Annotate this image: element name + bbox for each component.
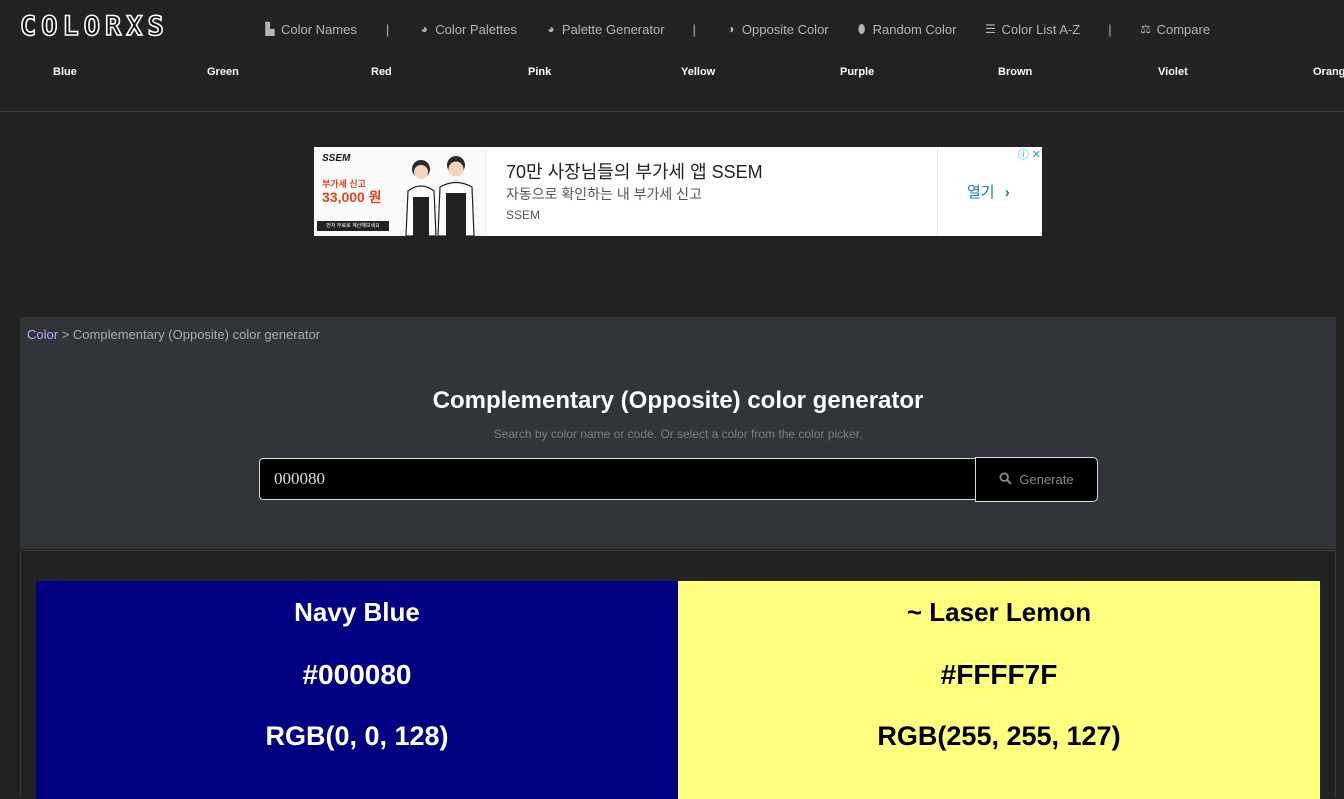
opposite-color-hex: #FFFF7F [940,659,1058,690]
nav-separator: | [1108,21,1112,37]
color-search-input[interactable] [259,458,976,500]
color-link-yellow[interactable]: Yellow [681,66,715,78]
nav-label: Random Color [872,21,957,37]
ad-tagline: 먼저 무료로 계산해보세요 [317,221,389,231]
color-link-brown[interactable]: Brown [998,66,1032,78]
result-section: Navy Blue #000080 RGB(0, 0, 128) ~ Laser… [20,550,1336,799]
ad-divider [937,147,938,236]
ad-open-label: 열기 [967,184,995,201]
nav-label: Color Palettes [435,21,517,37]
ad-choices[interactable]: ⓘ ✕ [1011,148,1041,162]
breadcrumb-root-link[interactable]: Color [27,327,58,342]
color-link-pink[interactable]: Pink [528,66,551,78]
page-title: Complementary (Opposite) color generator [432,387,924,414]
ad-price: 33,000 원 [322,189,382,205]
palette-icon: ◕ [547,22,555,36]
nav-color-names[interactable]: ▙ Color Names [263,21,357,37]
color-link-violet[interactable]: Violet [1158,66,1188,78]
ad-source: SSEM [506,208,541,222]
original-color-rgb: RGB(0, 0, 128) [265,721,449,751]
page-subtitle: Search by color name or code. Or select … [493,427,863,441]
list-icon: ☰ [985,22,996,36]
yin-yang-icon: ◑ [727,22,735,36]
ad-open-button[interactable]: 열기 › [967,181,1010,202]
nav-compare[interactable]: ⚖ Compare [1139,22,1210,37]
nav-label: Palette Generator [561,21,665,37]
main-nav: ▙ Color Names | ◕ Color Palettes ◕ Palet… [263,19,1210,39]
color-link-green[interactable]: Green [207,66,239,78]
opposite-color-swatch: ~ Laser Lemon #FFFF7F RGB(255, 255, 127) [678,581,1320,799]
info-icon: ⓘ [1017,149,1029,161]
ad-banner[interactable]: SSEM 부가세 신고 33,000 원 먼저 무료로 계산해보세요 70만 사… [314,147,1042,236]
palette-icon: ◕ [420,22,428,36]
nav-separator: | [692,21,696,37]
opposite-color-rgb: RGB(255, 255, 127) [877,721,1121,751]
generator-panel: Color > Complementary (Opposite) color g… [20,317,1336,549]
color-names-icon: ▙ [265,22,275,36]
generate-button-label: Generate [1019,472,1074,487]
color-link-red[interactable]: Red [371,66,392,78]
drop-icon: ⬮ [857,21,866,36]
nav-opposite-color[interactable]: ◑ Opposite Color [724,21,829,37]
original-color-name: Navy Blue [294,597,420,627]
site-logo[interactable]: COLORXS [19,10,169,44]
ad-title[interactable]: 70만 사장님들의 부가세 앱 SSEM [506,158,763,184]
opposite-color-name: ~ Laser Lemon [906,597,1092,627]
ad-brand: SSEM [322,153,351,164]
nav-label: Compare [1156,21,1211,37]
color-link-orange[interactable]: Orange [1313,66,1344,78]
color-link-blue[interactable]: Blue [53,66,77,78]
nav-label: Color List A-Z [1001,21,1081,37]
close-icon[interactable]: ✕ [1032,149,1041,161]
nav-palette-generator[interactable]: ◕ Palette Generator [544,21,665,37]
scale-icon: ⚖ [1140,22,1151,36]
generate-button[interactable]: Generate [975,457,1098,502]
chevron-right-icon: › [1004,184,1010,201]
nav-color-list-az[interactable]: ☰ Color List A-Z [983,22,1080,37]
ad-description: 자동으로 확인하는 내 부가세 신고 [506,186,702,202]
nav-label: Color Names [281,21,357,37]
nav-label: Opposite Color [741,21,829,37]
nav-random-color[interactable]: ⬮ Random Color [855,22,957,37]
ad-image: SSEM 부가세 신고 33,000 원 먼저 무료로 계산해보세요 [314,147,487,236]
original-color-hex: #000080 [302,659,412,690]
breadcrumb: Color > Complementary (Opposite) color g… [27,327,320,342]
color-quick-links: Blue Green Red Pink Yellow Purple Brown … [0,66,1344,84]
ad-people-illustration [405,156,475,236]
top-navigation: COLORXS ▙ Color Names | ◕ Color Palettes… [0,0,1344,112]
breadcrumb-current: Complementary (Opposite) color generator [72,327,321,342]
color-link-purple[interactable]: Purple [840,66,874,78]
breadcrumb-separator: > [61,327,70,342]
nav-separator: | [385,21,390,37]
original-color-swatch: Navy Blue #000080 RGB(0, 0, 128) [36,581,678,799]
nav-color-palettes[interactable]: ◕ Color Palettes [417,22,517,37]
search-icon [999,471,1013,488]
